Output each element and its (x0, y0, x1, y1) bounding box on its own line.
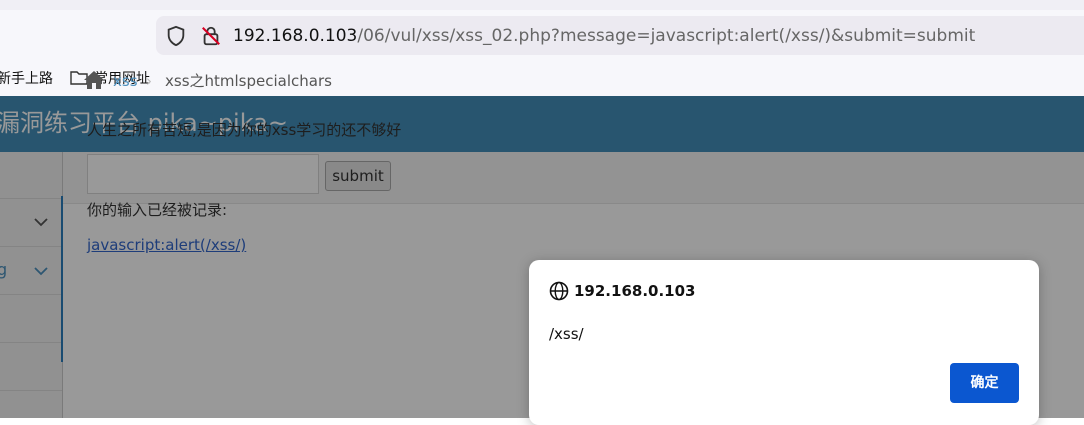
dialog-title: 192.168.0.103 (574, 282, 696, 300)
breadcrumb-link-xss[interactable]: xss (113, 72, 138, 90)
globe-icon (549, 281, 569, 301)
url-host: 192.168.0.103 (233, 26, 358, 46)
shield-icon[interactable] (165, 25, 187, 47)
insecure-lock-icon[interactable] (200, 25, 222, 47)
ok-button[interactable]: 确定 (950, 363, 1019, 403)
home-icon[interactable] (83, 70, 105, 90)
browser-tab-strip (0, 0, 1084, 10)
alert-dialog: 192.168.0.103 /xss/ 确定 (529, 260, 1039, 425)
address-url[interactable]: 192.168.0.103/06/vul/xss/xss_02.php?mess… (233, 25, 975, 47)
dialog-message: /xss/ (549, 325, 584, 343)
breadcrumb-separator: › (146, 72, 152, 90)
url-path: /06/vul/xss/xss_02.php?message=javascrip… (357, 26, 976, 46)
bookmarks-bar: 新手上路 常用网址 (0, 63, 1084, 96)
breadcrumb-current: xss之htmlspecialchars (165, 72, 332, 90)
bookmark-new-user[interactable]: 新手上路 (0, 70, 53, 88)
